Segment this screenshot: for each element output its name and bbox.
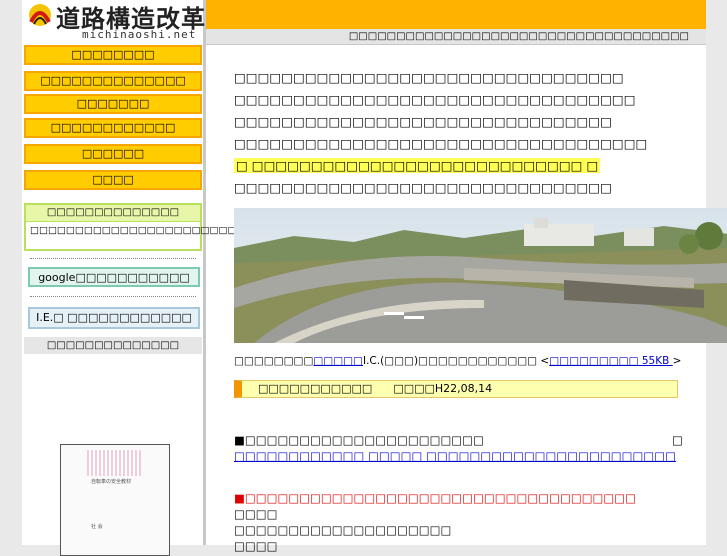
- google-search-button[interactable]: google□□□□□□□□□□□: [28, 267, 200, 287]
- nav-item-5[interactable]: □□□□□□: [24, 144, 202, 164]
- header-bar: [206, 0, 706, 29]
- sidebar-subtitle: □□□□□□□□□□□□□□: [24, 337, 202, 354]
- news-item-link[interactable]: □□□□□□□□□□□□ □□□□□ □□□□□□□□□□□□□□□□□□□□□…: [234, 449, 676, 463]
- news-item-alert: ■□□□□□□□□□□□□□□□□□□□□□□□□□□□□□□□□□□□□: [234, 491, 637, 505]
- news-header-date: □□□□H22,08,14: [393, 382, 493, 395]
- update-box-body[interactable]: □□□□□□□□□□□□□□□□□□□□□□□□□□□□□□: [26, 222, 299, 240]
- news-line: □□□□: [234, 507, 278, 521]
- nav-item-2[interactable]: □□□□□□□□□□□□□□: [24, 71, 202, 91]
- main-content: □□□□□□□□□□□□□□□□□□□□□□□□□□□□□□□□□ □□□□□□…: [206, 45, 727, 553]
- nav-item-3[interactable]: □□□□□□□: [24, 94, 202, 114]
- intro-line: □□□□□□□□□□□□□□□□□□□□□□□□□□□□□□□□□□□: [234, 136, 648, 151]
- news-line: □□□□: [234, 539, 278, 553]
- book-cover-image[interactable]: 自転車の安全教材 社 会: [60, 444, 170, 556]
- caption-prefix: □□□□□□□□: [234, 355, 314, 367]
- divider: [30, 296, 196, 297]
- news-line: □□□□□□□□□□□□□□□□□□□□: [234, 523, 452, 537]
- update-box: □□□□□□□□□□□□□□ □□□□□□□□□□□□□□□□□□□□□□□□□…: [24, 203, 299, 251]
- intro-line: □□□□□□□□□□□□□□□□□□□□□□□□□□□□□□□□□□: [234, 92, 636, 107]
- caption-middle: I.C.(□□□)□□□□□□□□□□□□ <: [362, 355, 550, 367]
- photo-caption: □□□□□□□□□□□□□I.C.(□□□)□□□□□□□□□□□□ <□□□□…: [234, 355, 681, 367]
- intro-line: □□□□□□□□□□□□□□□□□□□□□□□□□□□□□□□□: [234, 180, 612, 195]
- site-domain: michinaoshi.net: [82, 28, 197, 41]
- intro-line: □□□□□□□□□□□□□□□□□□□□□□□□□□□□□□□□: [234, 114, 612, 129]
- intro-text: □□□□□□□□□□□□□□□□□□□□□□□□□□□□□□□□□ □□□□□□…: [234, 67, 674, 199]
- news-header-label: □□□□□□□□□□□: [258, 382, 373, 395]
- intro-line: □□□□□□□□□□□□□□□□□□□□□□□□□□□□□□□□□: [234, 70, 624, 85]
- nav-item-6[interactable]: □□□□: [24, 170, 202, 190]
- book-cover-subtitle: 社 会: [91, 524, 103, 530]
- nav-item-1[interactable]: □□□□□□□□: [24, 45, 202, 65]
- logo-mark-icon: [29, 4, 51, 26]
- book-cover-pattern: [87, 450, 141, 476]
- news-header: □□□□□□□□□□□ □□□□H22,08,14: [234, 380, 678, 398]
- caption-link-large-photo[interactable]: □□□□□□□□□ 55KB: [549, 355, 672, 367]
- update-box-title: □□□□□□□□□□□□□□: [26, 205, 200, 222]
- intro-highlight: □ □□□□□□□□□□□□□□□□□□□□□□□□□□□□ □: [234, 158, 601, 173]
- tagline: □□□□□□□□□□□□□□□□□□□□□□□□□□□□□□□□□□□□: [348, 31, 689, 42]
- left-sidebar: 道路構造改革 michinaoshi.net □□□□□□□□ □□□□□□□□…: [22, 0, 299, 556]
- book-cover-title: 自転車の安全教材: [91, 479, 132, 485]
- interchange-photo[interactable]: [234, 208, 727, 343]
- caption-link-location[interactable]: □□□□□: [313, 355, 363, 367]
- divider: [30, 258, 196, 259]
- news-item-title: ■□□□□□□□□□□□□□□□□□□□□□□: [234, 433, 484, 447]
- nav-item-4[interactable]: □□□□□□□□□□□□: [24, 118, 202, 138]
- news-item-mark: □: [672, 433, 683, 447]
- news-list: ■□□□□□□□□□□□□□□□□□□□□□□ □ □□□□□□□□□□□□ □…: [234, 432, 684, 554]
- tagline-bar: □□□□□□□□□□□□□□□□□□□□□□□□□□□□□□□□□□□□: [206, 29, 706, 45]
- ie-favorites-button[interactable]: I.E.□ □□□□□□□□□□□□: [28, 307, 200, 329]
- site-logo[interactable]: 道路構造改革 michinaoshi.net: [24, 0, 205, 42]
- caption-suffix: >: [672, 355, 682, 367]
